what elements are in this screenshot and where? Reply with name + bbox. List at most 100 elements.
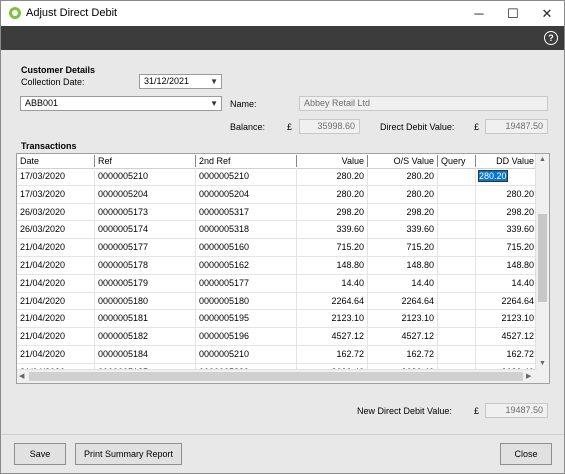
table-row[interactable]: 21/04/2020 0000005177 0000005160 715.20 715.… [17,239,537,257]
table-row[interactable]: 21/04/2020 0000005182 0000005196 4527.12 452… [17,328,537,346]
cell-second-ref: 0000005210 [195,168,296,185]
table-row[interactable]: 26/03/2020 0000005174 0000005318 339.60 339.… [17,221,537,240]
cell-dd-value[interactable]: 339.60 [475,221,537,239]
cell-ref: 0000005173 [94,203,195,221]
table-row[interactable]: 21/04/2020 0000005179 0000005177 14.40 14.40… [17,274,537,293]
cell-value: 2123.10 [296,310,367,328]
cell-os-value: 339.60 [367,221,437,239]
table-row[interactable]: 26/03/2020 0000005173 0000005317 298.20 298.… [17,203,537,222]
cell-dd-value[interactable]: 2123.10 [475,310,537,328]
cell-query[interactable] [437,221,475,239]
maximize-button[interactable]: ☐ [496,1,530,26]
table-row[interactable]: 17/03/2020 0000005210 0000005210 280.20 280.… [17,168,537,186]
close-button[interactable]: Close [500,443,552,465]
dd-value-currency: £ [474,122,480,132]
cell-second-ref: 0000005180 [195,292,296,310]
cell-query[interactable] [437,328,475,345]
cell-value: 14.40 [296,274,367,292]
cell-value: 2264.64 [296,292,367,310]
table-row[interactable]: 21/04/2020 0000005181 0000005195 2123.10 212… [17,310,537,329]
cell-query[interactable] [437,185,475,203]
balance-field: 35998.60 [299,119,360,134]
cell-os-value: 280.20 [367,168,437,185]
cell-os-value: 4527.12 [367,328,437,345]
column-header-second-ref[interactable]: 2nd Ref [195,155,296,167]
cell-dd-value[interactable]: 162.72 [475,345,537,363]
cell-dd-value[interactable]: 280.20 [475,168,537,185]
cell-dd-value[interactable]: 715.20 [475,239,537,256]
cell-ref: 0000005204 [94,185,195,203]
cell-query[interactable] [437,345,475,363]
account-dropdown[interactable]: ABB001 ▼ [20,96,222,111]
app-logo-icon [9,7,21,19]
cell-query[interactable] [437,168,475,185]
dd-value-field: 19487.50 [485,119,548,134]
cell-value: 162.72 [296,345,367,363]
column-header-date[interactable]: Date [17,155,94,167]
window-close-button[interactable]: ✕ [530,1,564,26]
cell-second-ref: 0000005160 [195,239,296,256]
cell-dd-value[interactable]: 2264.64 [475,292,537,310]
cell-ref: 0000005177 [94,239,195,256]
cell-query[interactable] [437,292,475,310]
cell-query[interactable] [437,256,475,274]
horizontal-scroll-thumb[interactable] [29,372,523,381]
save-button[interactable]: Save [14,443,66,465]
column-header-value[interactable]: Value [296,155,367,167]
cell-ref: 0000005178 [94,256,195,274]
balance-currency: £ [287,122,293,132]
cell-dd-value[interactable]: 14.40 [475,274,537,292]
account-value: ABB001 [25,98,59,108]
cell-second-ref: 0000005177 [195,274,296,292]
cell-second-ref: 0000005318 [195,221,296,239]
cell-ref: 0000005184 [94,345,195,363]
vertical-scroll-thumb[interactable] [538,214,547,302]
table-row[interactable]: 21/04/2020 0000005184 0000005210 162.72 162.… [17,345,537,364]
column-header-os-value[interactable]: O/S Value [367,155,437,167]
cell-query[interactable] [437,203,475,221]
cell-value: 148.80 [296,256,367,274]
table-row[interactable]: 17/03/2020 0000005204 0000005204 280.20 280.… [17,185,537,204]
grid-header: Date Ref 2nd Ref Value O/S Value Query DD Valu… [17,154,537,169]
cell-query[interactable] [437,239,475,256]
transactions-grid: Date Ref 2nd Ref Value O/S Value Query DD Valu… [16,153,550,384]
collection-date-dropdown[interactable]: 31/12/2021 ▼ [139,74,222,89]
dd-value-edit-selection[interactable]: 280.20 [478,170,508,182]
minimize-button[interactable]: ─ [462,1,496,26]
scroll-up-icon[interactable]: ▲ [539,156,546,163]
collection-date-label: Collection Date: [21,77,85,87]
vertical-scrollbar[interactable]: ▲ ▼ [535,154,549,371]
cell-query[interactable] [437,274,475,292]
cell-os-value: 715.20 [367,239,437,256]
cell-second-ref: 0000005210 [195,345,296,363]
cell-date: 21/04/2020 [20,348,66,359]
cell-dd-value[interactable]: 298.20 [475,203,537,221]
title-bar: Adjust Direct Debit ─ ☐ ✕ [1,1,564,26]
table-row[interactable]: 21/04/2020 0000005178 0000005162 148.80 148.… [17,256,537,275]
cell-os-value: 148.80 [367,256,437,274]
new-dd-value-field: 19487.50 [485,403,548,418]
table-row[interactable]: 21/04/2020 0000005180 0000005180 2264.64 226… [17,292,537,311]
scroll-right-icon[interactable]: ▶ [526,372,531,380]
cell-query[interactable] [437,310,475,328]
column-header-ref[interactable]: Ref [94,155,195,167]
cell-dd-value[interactable]: 148.80 [475,256,537,274]
cell-ref: 0000005180 [94,292,195,310]
column-header-dd-value[interactable]: DD Value [475,155,537,167]
cell-value: 339.60 [296,221,367,239]
print-summary-report-button[interactable]: Print Summary Report [75,443,182,465]
scroll-down-icon[interactable]: ▼ [539,360,546,367]
cell-second-ref: 0000005196 [195,328,296,345]
cell-dd-value[interactable]: 280.20 [475,185,537,203]
scroll-left-icon[interactable]: ◀ [19,372,24,380]
horizontal-scrollbar[interactable]: ◀ ▶ [17,369,537,383]
cell-value: 280.20 [296,185,367,203]
cell-ref: 0000005182 [94,328,195,345]
help-icon[interactable]: ? [544,31,558,45]
new-dd-value-label: New Direct Debit Value: [357,406,452,416]
command-bar: ? [1,26,564,50]
cell-dd-value[interactable]: 4527.12 [475,328,537,345]
balance-label: Balance: [230,122,266,132]
column-header-query[interactable]: Query [437,155,475,167]
cell-date: 26/03/2020 [20,206,66,217]
